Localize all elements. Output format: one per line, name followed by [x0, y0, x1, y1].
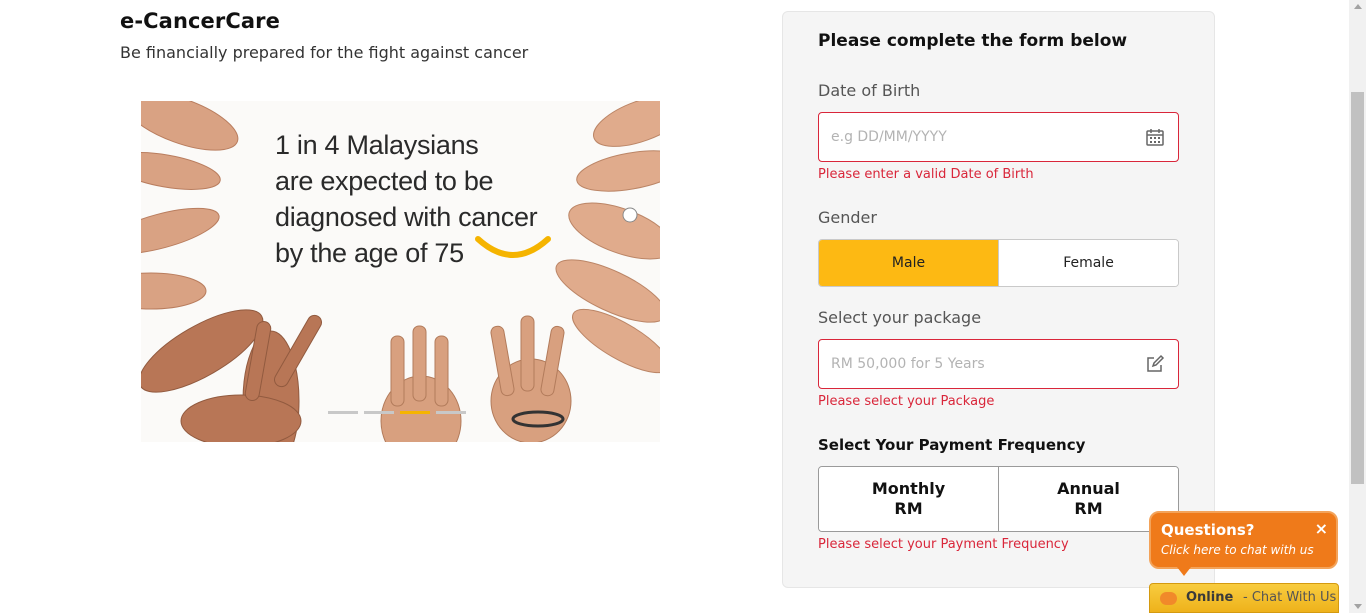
chat-cta-label: Chat With Us	[1251, 590, 1337, 605]
package-input[interactable]	[831, 340, 1131, 388]
gender-label: Gender	[818, 208, 877, 227]
package-label: Select your package	[818, 308, 982, 327]
dob-input[interactable]	[831, 113, 1131, 161]
dob-field[interactable]	[818, 112, 1179, 162]
chat-bubble-icon	[1160, 592, 1177, 605]
chat-separator: -	[1243, 590, 1248, 605]
package-error: Please select your Package	[818, 394, 995, 409]
banner-line: by the age of 75	[275, 238, 464, 268]
page-title: e-CancerCare	[120, 9, 280, 33]
payment-frequency-error: Please select your Payment Frequency	[818, 537, 1069, 552]
chat-bubble-tail	[1177, 567, 1191, 576]
banner-headline: 1 in 4 Malaysians are expected to be dia…	[275, 127, 538, 271]
package-field[interactable]	[818, 339, 1179, 389]
chat-invite-bubble[interactable]: Questions? Click here to chat with us ×	[1149, 511, 1338, 569]
carousel-dot-3[interactable]	[400, 411, 430, 414]
promo-banner[interactable]: 1 in 4 Malaysians are expected to be dia…	[141, 101, 660, 442]
monthly-option-button[interactable]: Monthly RM	[819, 467, 998, 531]
chat-bubble-subtitle: Click here to chat with us	[1161, 543, 1314, 557]
gender-male-button[interactable]: Male	[819, 240, 998, 286]
page-subtitle: Be financially prepared for the fight ag…	[120, 43, 529, 62]
close-icon[interactable]: ×	[1315, 519, 1328, 538]
form-heading: Please complete the form below	[818, 31, 1128, 51]
chat-cta: - Chat With Us	[1243, 590, 1336, 605]
scrollbar-thumb[interactable]	[1351, 92, 1364, 484]
scroll-up-arrow-icon[interactable]	[1354, 4, 1362, 9]
banner-line: are expected to be	[275, 166, 494, 196]
carousel-dot-1[interactable]	[328, 411, 358, 414]
payment-frequency-toggle: Monthly RM Annual RM	[818, 466, 1179, 532]
gender-toggle: Male Female	[818, 239, 1179, 287]
chat-launcher-bar[interactable]: Online - Chat With Us	[1149, 583, 1339, 613]
edit-icon[interactable]	[1145, 354, 1165, 374]
calendar-icon[interactable]	[1145, 127, 1165, 147]
carousel-dot-2[interactable]	[364, 411, 394, 414]
banner-line: 1 in 4 Malaysians	[275, 130, 479, 160]
carousel-dot-4[interactable]	[436, 411, 466, 414]
option-amount: RM	[894, 499, 923, 518]
banner-line: diagnosed with cancer	[275, 202, 538, 232]
chat-bubble-title: Questions?	[1161, 521, 1255, 539]
option-title: Monthly	[871, 479, 946, 498]
gender-female-button[interactable]: Female	[998, 240, 1178, 286]
payment-frequency-heading: Select Your Payment Frequency	[818, 436, 1086, 454]
dob-error: Please enter a valid Date of Birth	[818, 167, 1034, 182]
dob-label: Date of Birth	[818, 81, 921, 100]
scroll-down-arrow-icon[interactable]	[1354, 604, 1362, 609]
chat-status: Online	[1186, 590, 1234, 605]
option-title: Annual	[1057, 479, 1120, 498]
carousel-indicators	[328, 411, 466, 414]
